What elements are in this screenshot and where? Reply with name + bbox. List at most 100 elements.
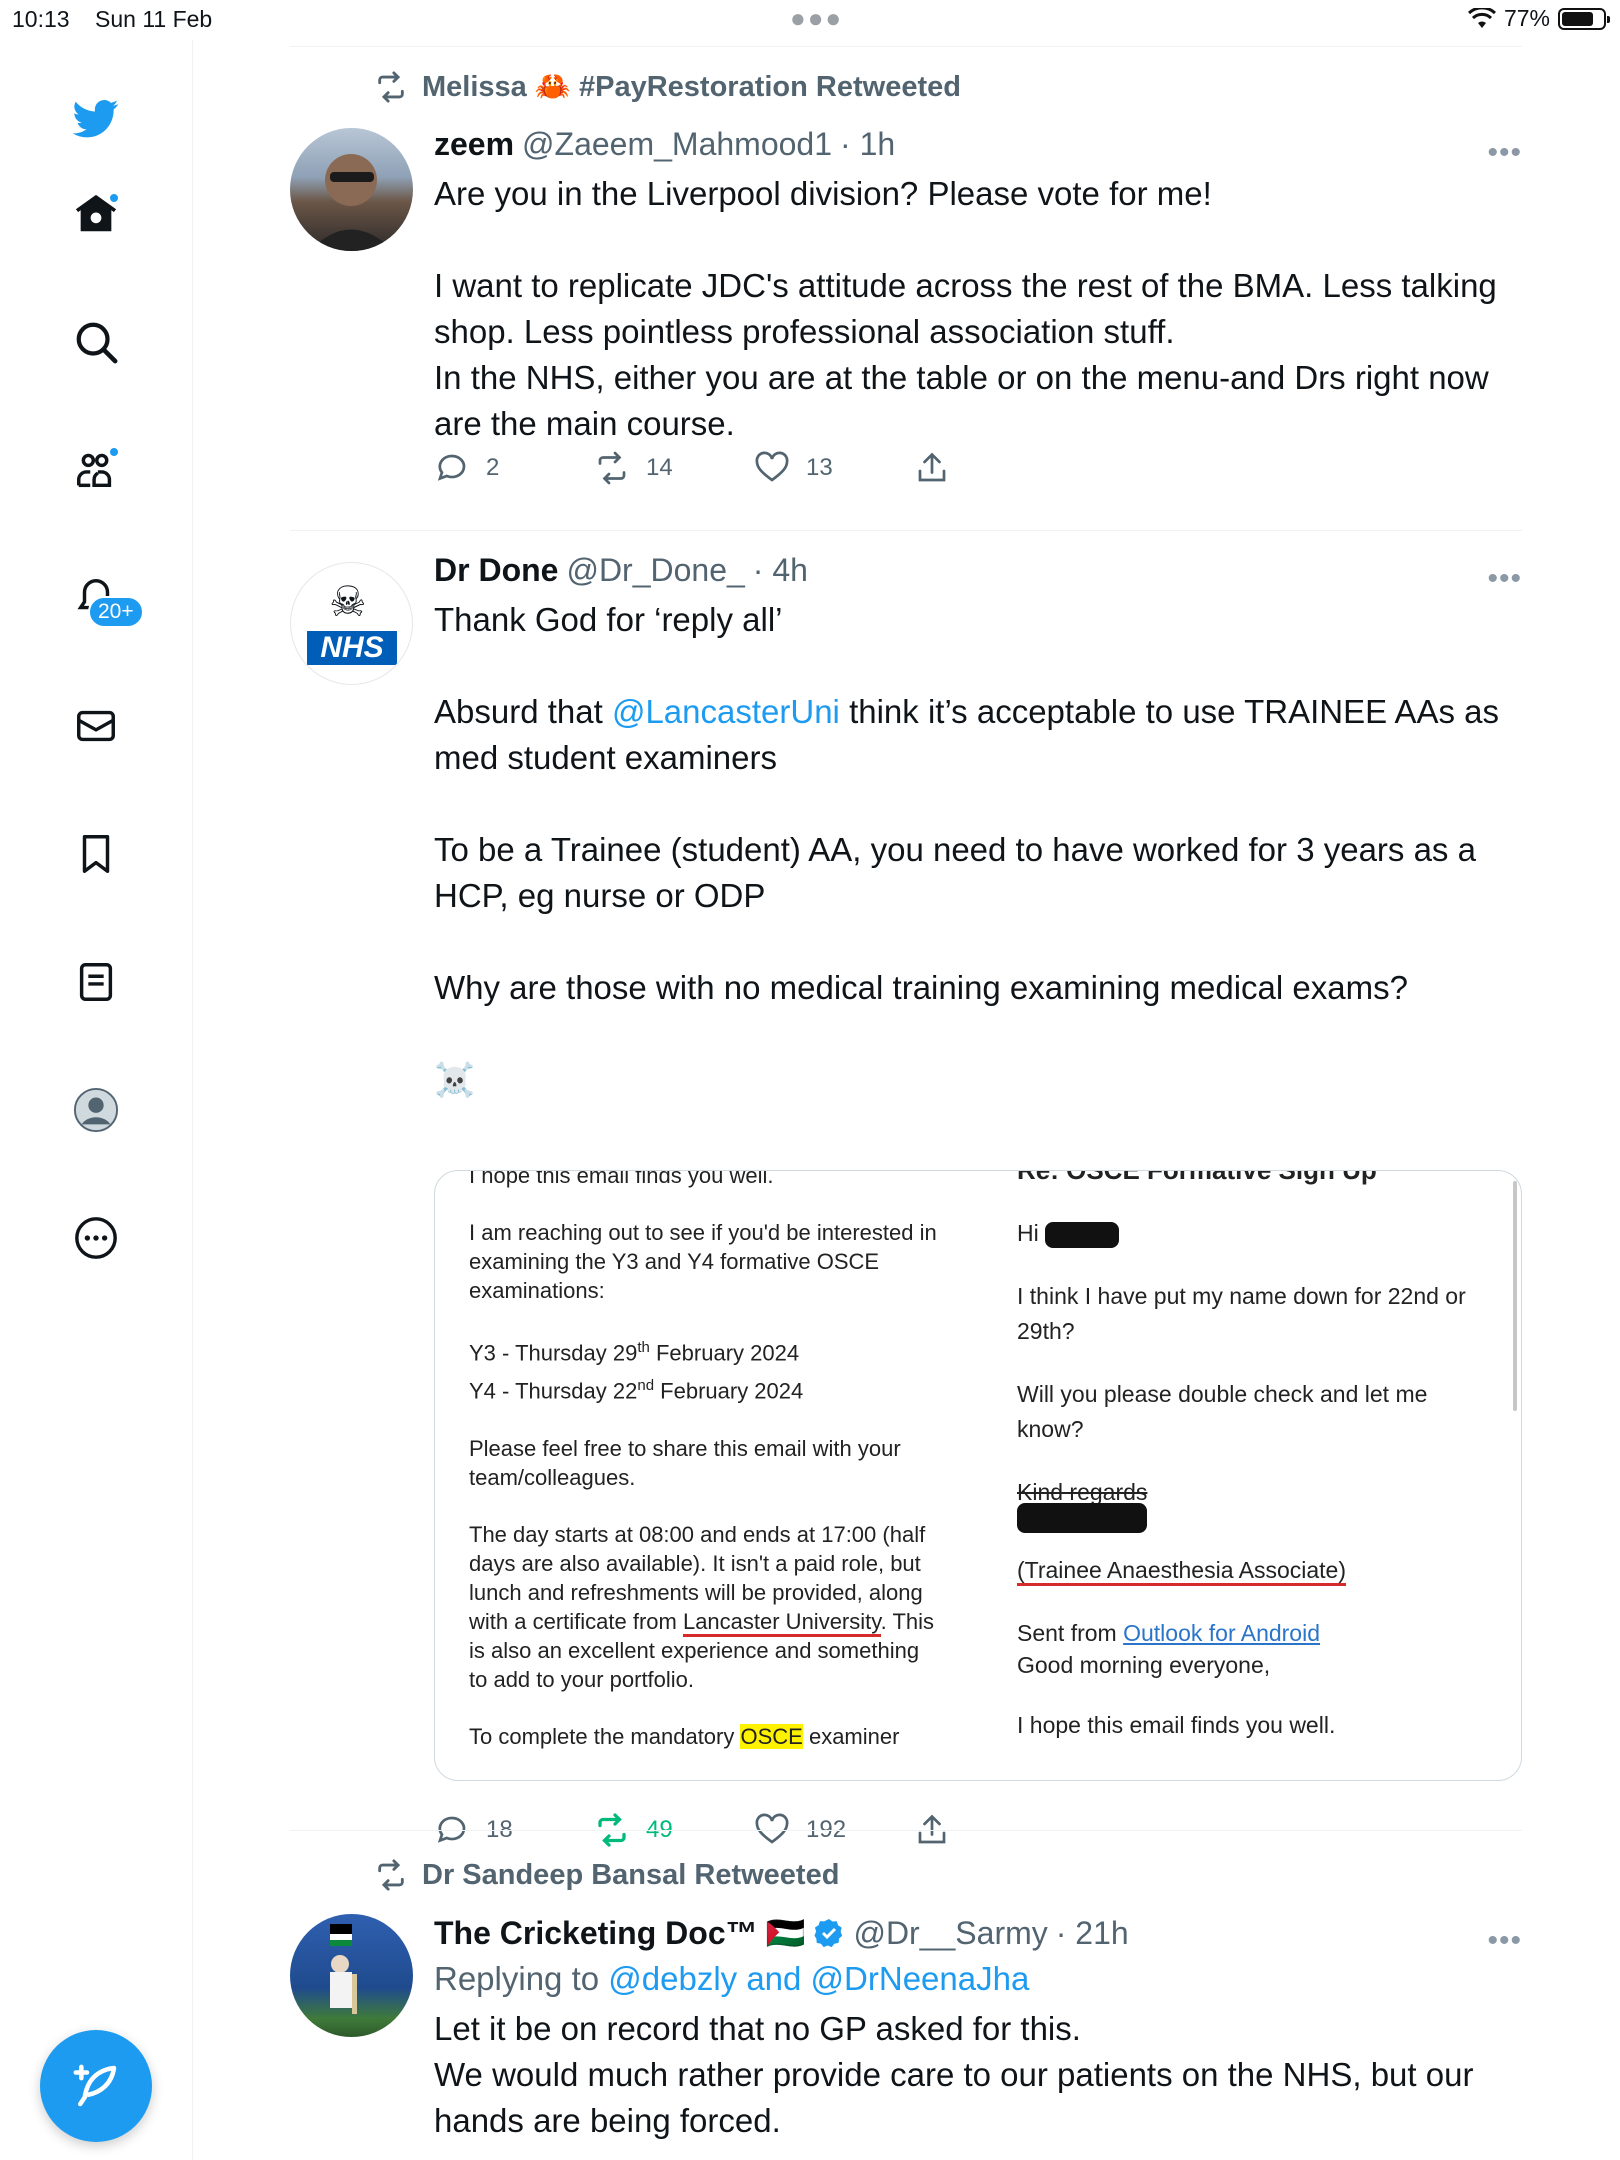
email-text: Y4 - Thursday 22 <box>469 1378 638 1404</box>
tweet-image-email[interactable]: I hope this email finds you well. I am r… <box>434 1170 1522 1781</box>
email-text: February 2024 <box>654 1378 804 1404</box>
email-right-column: Re: OSCE Formative Sign Up Hi I think I … <box>1017 1171 1487 1743</box>
replying-to-label: Replying to <box>434 1960 609 1997</box>
author-name[interactable]: zeem <box>434 126 514 163</box>
profile-avatar-icon[interactable] <box>66 1080 126 1140</box>
like-button[interactable]: 13 <box>754 450 914 486</box>
retweet-count: 14 <box>646 454 673 481</box>
wifi-icon <box>1467 7 1496 28</box>
nhs-logo: NHS <box>307 631 397 665</box>
email-date-y4: Y4 - Thursday 22nd February 2024 <box>469 1371 939 1405</box>
compose-feather-icon[interactable] <box>40 2030 152 2142</box>
twitter-bird-icon[interactable] <box>66 88 126 148</box>
tweet-content: Dr Done @Dr_Done_ · 4h Thank God for ‘re… <box>434 552 1514 1103</box>
tweet-actions: 2 14 13 <box>434 450 1074 486</box>
tweet-text: Thank God for ‘reply all’ Absurd that @L… <box>434 597 1514 1103</box>
divider <box>290 1830 1522 1831</box>
email-text: Sent from <box>1017 1620 1124 1646</box>
tweet-header: Dr Done @Dr_Done_ · 4h <box>434 552 1514 589</box>
heart-icon <box>755 451 789 482</box>
mention-link[interactable]: @LancasterUni <box>612 693 840 730</box>
status-date: Sun 11 Feb <box>95 6 213 32</box>
reply-count: 2 <box>486 454 500 481</box>
divider <box>290 530 1522 531</box>
tweet-time: · 1h <box>840 126 896 162</box>
email-text: th <box>637 1339 650 1356</box>
reply-button[interactable]: 2 <box>434 450 594 486</box>
bookmark-icon[interactable] <box>66 824 126 884</box>
retweet-button[interactable]: 14 <box>594 450 754 486</box>
lancaster-university-text: Lancaster University <box>682 1608 881 1637</box>
author-name[interactable]: Dr Done <box>434 552 558 589</box>
email-text: Will you please double check and let me … <box>1017 1381 1428 1442</box>
retweet-by-text: Dr Sandeep Bansal Retweeted <box>422 1858 840 1891</box>
share-button[interactable] <box>914 450 1074 486</box>
retweet-icon <box>378 71 404 103</box>
home-notification-dot <box>108 192 120 204</box>
email-text: February 2024 <box>649 1340 800 1366</box>
email-text: Please feel free to share this email wit… <box>469 1435 901 1490</box>
more-options-icon[interactable]: ••• <box>1487 1924 1522 1958</box>
osce-highlight: OSCE <box>740 1723 803 1749</box>
battery-icon <box>1558 7 1610 30</box>
tweet-time: · 21h <box>1055 1914 1129 1951</box>
status-bar: 10:13 Sun 11 Feb ●●● 77% <box>0 0 1620 40</box>
like-count: 13 <box>806 454 833 481</box>
email-signature: Sent from Outlook for Android <box>1017 1616 1487 1651</box>
email-greeting: Hi <box>1017 1216 1487 1251</box>
tweet-header: The Cricketing Doc™ 🇵🇸 @Dr__Sarmy · 21h <box>434 1914 1514 1952</box>
outlook-link: Outlook for Android <box>1123 1620 1321 1646</box>
sidebar-nav: 20+ <box>0 40 193 2160</box>
messages-envelope-icon[interactable] <box>66 696 126 756</box>
redaction-box <box>1045 1221 1120 1248</box>
tweet-content: The Cricketing Doc™ 🇵🇸 @Dr__Sarmy · 21h … <box>434 1914 1514 2144</box>
more-options-icon[interactable]: ••• <box>1487 136 1522 170</box>
replying-to-mentions[interactable]: @debzly and @DrNeenaJha <box>608 1960 1029 1997</box>
email-left-column: I hope this email finds you well. I am r… <box>469 1170 939 1751</box>
email-subject: Re: OSCE Formative Sign Up <box>1017 1170 1377 1185</box>
avatar[interactable] <box>290 1914 413 2037</box>
email-text: Hi <box>1017 1220 1039 1246</box>
more-circle-icon[interactable] <box>66 1208 126 1268</box>
email-text: Y3 - Thursday 29 <box>469 1340 638 1366</box>
notifications-badge: 20+ <box>88 596 144 628</box>
email-text: I hope this email finds you well. <box>469 1170 774 1188</box>
tweet-text: Let it be on record that no GP asked for… <box>434 2010 1474 2139</box>
tweet-content: zeem @Zaeem_Mahmood1 · 1h Are you in the… <box>434 126 1514 447</box>
flag-emoji: 🇵🇸 <box>765 1915 806 1951</box>
tweet-time: · 4h <box>752 552 808 588</box>
more-options-icon[interactable]: ••• <box>1487 562 1522 596</box>
lists-icon[interactable] <box>66 952 126 1012</box>
retweet-context: Melissa 🦀 #PayRestoration Retweeted <box>374 70 961 104</box>
divider <box>290 46 1522 47</box>
redaction-box <box>1017 1502 1147 1533</box>
status-right: 77% <box>1467 5 1610 32</box>
home-icon[interactable] <box>66 184 126 244</box>
retweet-context: Dr Sandeep Bansal Retweeted <box>374 1858 839 1892</box>
author-handle[interactable]: @Dr_Done_ <box>566 552 744 589</box>
email-text: To complete the mandatory <box>469 1723 741 1749</box>
trainee-role-text: (Trainee Anaesthesia Associate) <box>1017 1557 1346 1586</box>
email-text: examiner <box>802 1723 900 1749</box>
search-icon[interactable] <box>66 312 126 372</box>
share-icon <box>918 452 946 482</box>
avatar[interactable]: ☠ NHS <box>290 562 413 685</box>
author-handle[interactable]: @Dr__Sarmy <box>853 1915 1047 1952</box>
skull-crossbones-icon: ☠ <box>329 578 367 625</box>
timeline-feed[interactable]: Melissa 🦀 #PayRestoration Retweeted zeem… <box>290 40 1522 2160</box>
avatar[interactable] <box>290 128 413 251</box>
replying-to: Replying to @debzly and @DrNeenaJha <box>434 1960 1514 1998</box>
tweet-header: zeem @Zaeem_Mahmood1 · 1h <box>434 126 1514 163</box>
email-text: I think I have put my name down for 22nd… <box>1017 1283 1466 1344</box>
email-text: I hope this email finds you well. <box>1017 1712 1336 1738</box>
email-paragraph: The day starts at 08:00 and ends at 17:0… <box>469 1520 939 1694</box>
tweet-text-part: think it’s acceptable to use TRAINEE AAs… <box>434 693 1500 1098</box>
email-role: (Trainee Anaesthesia Associate) <box>1017 1553 1487 1588</box>
email-text: I am reaching out to see if you'd be int… <box>469 1220 937 1303</box>
multitasking-dots-icon[interactable]: ●●● <box>790 3 843 34</box>
status-time: 10:13 <box>12 6 70 32</box>
retweet-icon <box>378 1859 404 1891</box>
author-handle[interactable]: @Zaeem_Mahmood1 <box>522 126 832 163</box>
author-name[interactable]: The Cricketing Doc™ <box>434 1915 758 1952</box>
communities-icon[interactable] <box>66 440 126 500</box>
